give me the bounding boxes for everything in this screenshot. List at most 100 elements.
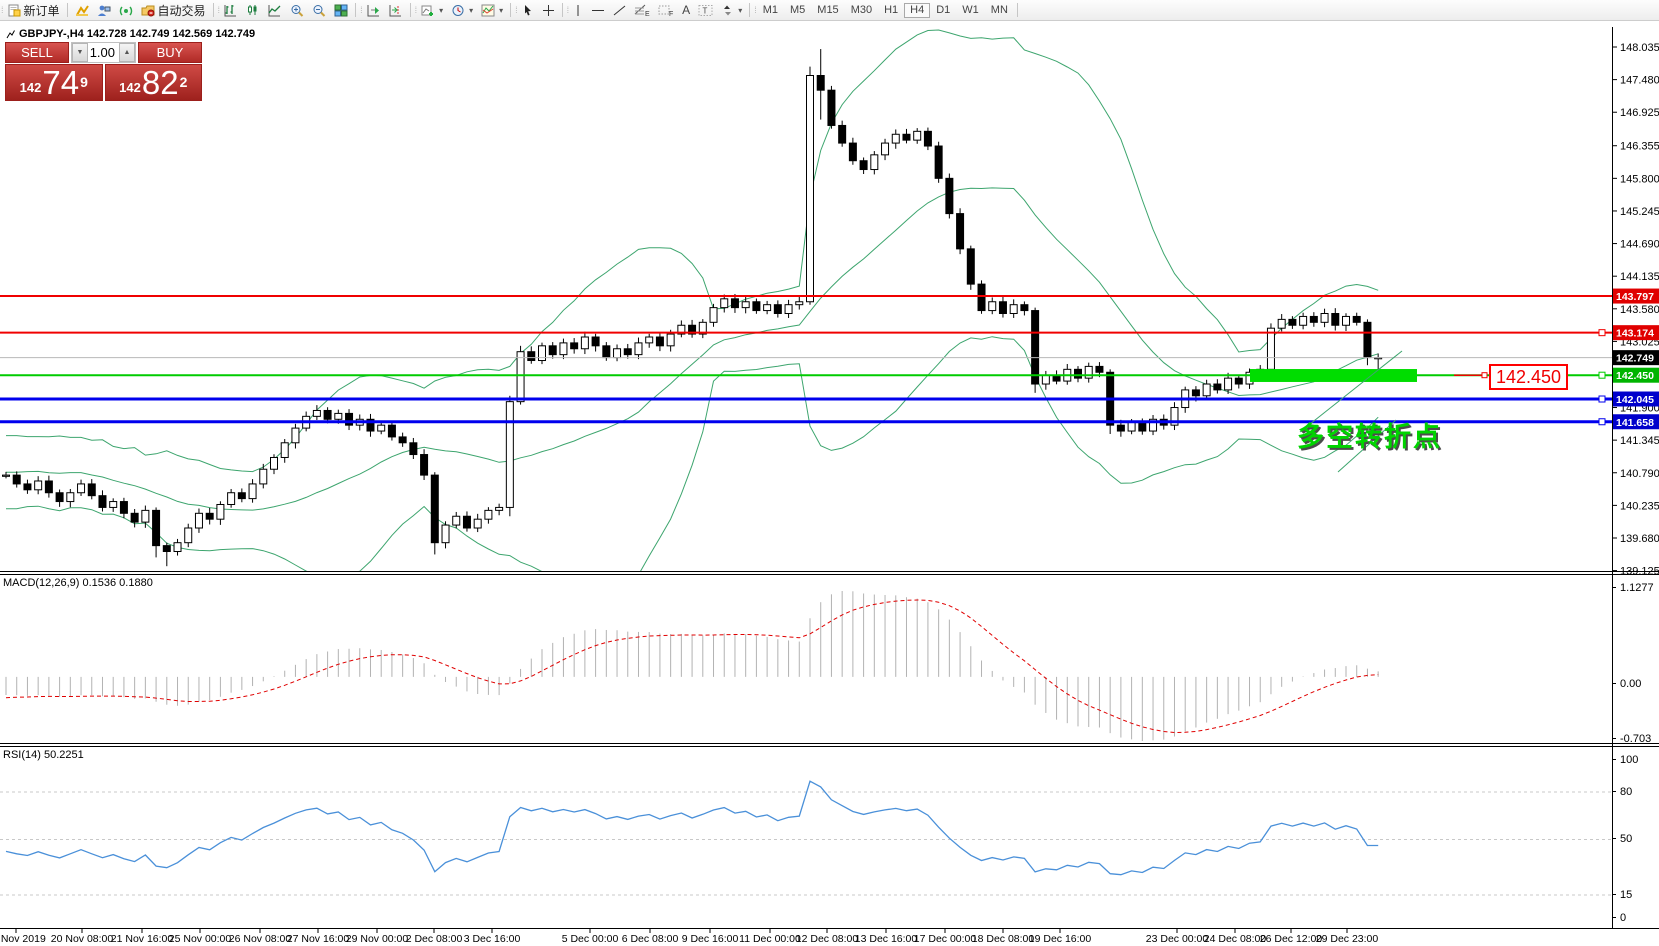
- time-axis[interactable]: 19 Nov 201920 Nov 08:0021 Nov 16:0025 No…: [0, 929, 1378, 945]
- auto-scroll-button[interactable]: [363, 1, 385, 19]
- text-tool-icon: A: [682, 3, 690, 17]
- cursor-icon: [522, 4, 534, 17]
- timeframe-M30[interactable]: M30: [845, 2, 878, 19]
- svg-text:6 Dec 08:00: 6 Dec 08:00: [622, 933, 679, 945]
- svg-text:13 Dec 16:00: 13 Dec 16:00: [855, 933, 918, 945]
- svg-text:27 Nov 16:00: 27 Nov 16:00: [287, 933, 350, 945]
- fibonacci-tool[interactable]: E: [630, 1, 654, 19]
- symbol-info: GBPJPY-,H4 142.728 142.749 142.569 142.7…: [6, 28, 255, 40]
- bollinger-bands: [6, 30, 1378, 585]
- svg-text:146.355: 146.355: [1620, 141, 1659, 153]
- templates-button[interactable]: ▾: [477, 1, 507, 19]
- channel-tool[interactable]: F: [654, 1, 678, 19]
- buy-price[interactable]: 142 82 2: [105, 64, 203, 101]
- chart-shift-button[interactable]: [385, 1, 407, 19]
- signal-icon: [119, 4, 133, 17]
- price-callout-142450[interactable]: 142.450: [1489, 364, 1568, 390]
- volume-increase-button[interactable]: ▲: [119, 43, 135, 62]
- horizontal-line-tool[interactable]: [587, 1, 609, 19]
- svg-text:140.790: 140.790: [1620, 468, 1659, 480]
- svg-text:12 Dec 08:00: 12 Dec 08:00: [796, 933, 859, 945]
- timeframe-group: M1M5M15M30H1H4D1W1MN: [757, 2, 1014, 19]
- terminal-user-icon: [97, 4, 111, 17]
- auto-scroll-icon: [367, 4, 381, 17]
- volume-field[interactable]: ▼ 1.00 ▲: [71, 42, 136, 63]
- trendline-tool[interactable]: [609, 1, 630, 19]
- sell-price-prefix: 142: [20, 78, 42, 98]
- timeframe-D1[interactable]: D1: [930, 2, 956, 19]
- timeframe-M5[interactable]: M5: [784, 2, 811, 19]
- tile-windows-button[interactable]: [330, 1, 352, 19]
- vertical-line-icon: [573, 4, 583, 17]
- buy-price-big: 82: [142, 68, 179, 98]
- zoom-in-button[interactable]: [286, 1, 308, 19]
- volume-value[interactable]: 1.00: [88, 43, 119, 62]
- cursor-tool-button[interactable]: [518, 1, 538, 19]
- zoom-out-button[interactable]: [308, 1, 330, 19]
- rsi-indicator: [0, 781, 1612, 895]
- arrows-tool[interactable]: ▾: [717, 1, 746, 19]
- svg-text:11 Dec 00:00: 11 Dec 00:00: [739, 933, 801, 945]
- signals-button[interactable]: [115, 1, 137, 19]
- svg-text:142.045: 142.045: [1616, 394, 1654, 406]
- sell-price-big: 74: [42, 68, 79, 98]
- svg-text:142.749: 142.749: [1616, 353, 1654, 365]
- indicators-icon: [421, 4, 435, 17]
- svg-text:141.658: 141.658: [1616, 417, 1654, 429]
- zoom-out-icon: [312, 4, 326, 17]
- svg-text:-0.703: -0.703: [1620, 733, 1651, 745]
- macd-indicator: [6, 591, 1378, 741]
- buy-button[interactable]: BUY: [138, 42, 202, 63]
- svg-text:100: 100: [1620, 754, 1638, 766]
- sell-price[interactable]: 142 74 9: [5, 64, 103, 101]
- candlestick-mode-button[interactable]: [242, 1, 264, 19]
- timeframe-W1[interactable]: W1: [956, 2, 985, 19]
- sell-button[interactable]: SELL: [5, 42, 69, 63]
- zoom-in-icon: [290, 4, 304, 17]
- svg-text:9 Dec 16:00: 9 Dec 16:00: [682, 933, 739, 945]
- green-zone-rectangle[interactable]: [1250, 369, 1417, 382]
- svg-text:1.1277: 1.1277: [1620, 582, 1654, 594]
- svg-text:0.00: 0.00: [1620, 678, 1641, 690]
- terminal-button[interactable]: [93, 1, 115, 19]
- indicators-button[interactable]: ▾: [417, 1, 447, 19]
- price-axis[interactable]: 148.035147.480146.925146.355145.800145.2…: [1612, 42, 1659, 924]
- text-tool[interactable]: A: [678, 1, 694, 19]
- svg-text:146.925: 146.925: [1620, 107, 1659, 119]
- svg-text:143.174: 143.174: [1616, 328, 1654, 340]
- timeframe-H1[interactable]: H1: [878, 2, 904, 19]
- timeframe-M15[interactable]: M15: [811, 2, 844, 19]
- annotation-text[interactable]: 多空转折点: [1297, 415, 1442, 454]
- timeframe-M1[interactable]: M1: [757, 2, 784, 19]
- channel-icon: F: [658, 4, 674, 17]
- buy-price-pip: 2: [180, 65, 188, 99]
- periods-button[interactable]: ▾: [447, 1, 477, 19]
- timeframe-H4[interactable]: H4: [904, 3, 930, 18]
- svg-text:17 Dec 00:00: 17 Dec 00:00: [914, 933, 977, 945]
- svg-text:144.690: 144.690: [1620, 239, 1659, 251]
- text-label-tool[interactable]: T: [694, 1, 717, 19]
- templates-icon: [481, 4, 495, 17]
- trendline-icon: [613, 4, 626, 17]
- new-order-button[interactable]: 新订单: [4, 1, 64, 19]
- svg-text:142.450: 142.450: [1616, 370, 1654, 382]
- svg-text:25 Nov 00:00: 25 Nov 00:00: [169, 933, 232, 945]
- market-watch-button[interactable]: [71, 1, 93, 19]
- symbol-chart-icon: [6, 30, 15, 39]
- svg-text:19 Nov 2019: 19 Nov 2019: [0, 933, 46, 945]
- line-chart-mode-button[interactable]: [264, 1, 286, 19]
- new-order-icon: [8, 4, 21, 17]
- buy-price-prefix: 142: [119, 78, 141, 98]
- crosshair-tool-button[interactable]: [538, 1, 559, 19]
- timeframe-MN[interactable]: MN: [985, 2, 1014, 19]
- auto-trading-button[interactable]: 自动交易: [137, 1, 210, 19]
- candles: [3, 49, 1382, 566]
- svg-text:24 Dec 08:00: 24 Dec 08:00: [1204, 933, 1267, 945]
- svg-text:23 Dec 00:00: 23 Dec 00:00: [1146, 933, 1209, 945]
- volume-decrease-button[interactable]: ▼: [72, 43, 88, 62]
- vertical-line-tool[interactable]: [569, 1, 587, 19]
- crosshair-icon: [542, 4, 555, 17]
- arrows-icon: [721, 4, 734, 17]
- bar-chart-mode-button[interactable]: [220, 1, 242, 19]
- chart-canvas[interactable]: 148.035147.480146.925146.355145.800145.2…: [0, 0, 1659, 946]
